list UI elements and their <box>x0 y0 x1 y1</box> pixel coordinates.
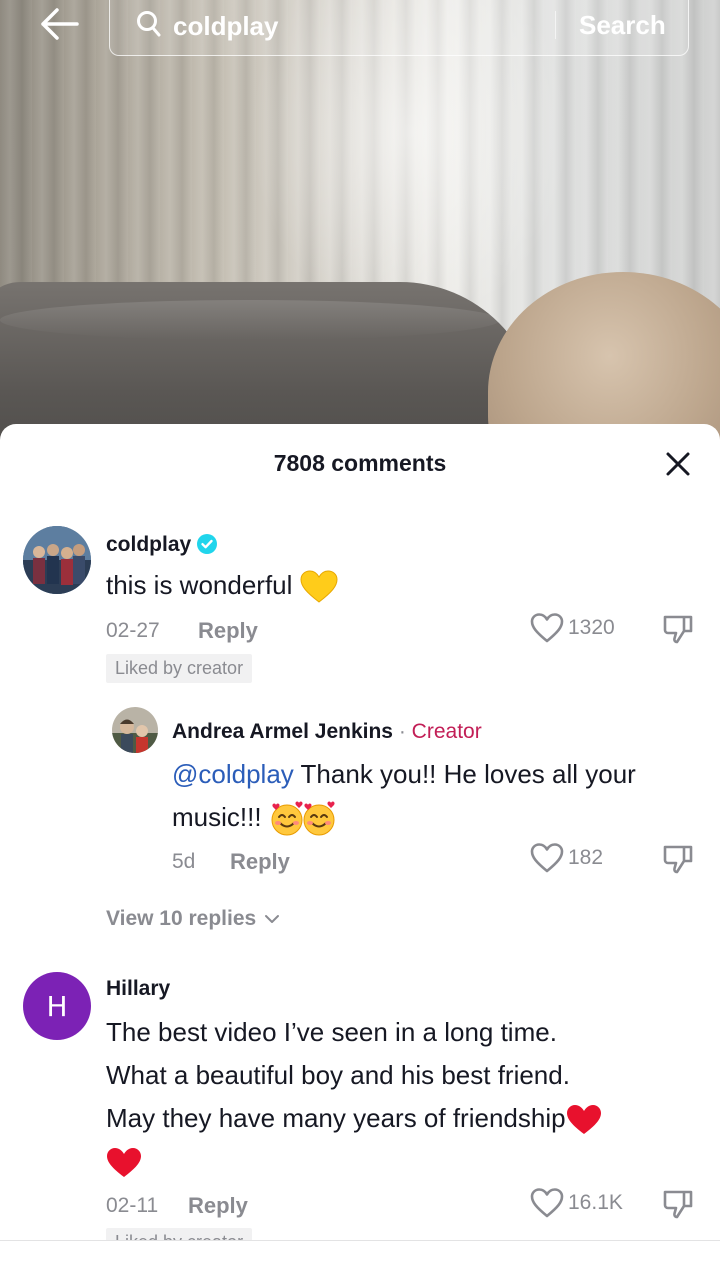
heart-outline-icon <box>530 1188 564 1218</box>
mention-link[interactable]: @coldplay <box>172 759 294 789</box>
comment-line-3: May they have many years of friendship <box>106 1103 566 1133</box>
like-button[interactable]: 1320 <box>530 612 615 644</box>
bottom-bar <box>0 1241 720 1263</box>
reply-button[interactable]: Reply <box>198 618 258 644</box>
creator-tag: Creator <box>411 720 482 743</box>
liked-by-creator-badge: Liked by creator <box>106 654 253 683</box>
video-background[interactable] <box>0 0 720 440</box>
verified-badge-icon <box>197 534 218 554</box>
red-heart-icon <box>107 1148 141 1178</box>
comment-date: 02-27 <box>106 619 160 642</box>
reply-username-text: Andrea Armel Jenkins <box>172 720 393 743</box>
view-replies-label: View 10 replies <box>106 907 257 930</box>
reply-text-line-1: Thank you!! He loves all your <box>293 759 636 789</box>
reply-button[interactable]: Reply <box>230 849 290 875</box>
comments-sheet: 7808 comments coldplay this is wonderful… <box>0 424 720 1263</box>
like-count: 1320 <box>568 616 615 639</box>
heart-outline-icon <box>530 613 564 643</box>
comments-count-title: 7808 comments <box>273 450 447 476</box>
comment-line-1: The best video I’ve seen in a long time. <box>106 1017 557 1047</box>
dislike-button[interactable] <box>662 613 694 650</box>
dislike-button[interactable] <box>662 843 694 880</box>
like-button[interactable]: 16.1K <box>530 1187 623 1219</box>
reply-line-1: @coldplay Thank you!! He loves all your <box>172 753 702 796</box>
comment-username[interactable]: coldplay <box>106 533 218 557</box>
reply-text-line-2: music!!! <box>172 802 262 832</box>
reply-username[interactable]: Andrea Armel Jenkins · Creator <box>172 720 482 744</box>
red-heart-icon <box>566 1105 601 1135</box>
avatar-andrea[interactable] <box>112 707 158 753</box>
heart-outline-icon <box>530 843 564 873</box>
comment-username[interactable]: Hillary <box>106 977 170 1001</box>
comment-date: 02-11 <box>106 1194 159 1217</box>
avatar-coldplay[interactable] <box>23 526 91 594</box>
like-count: 16.1K <box>568 1191 623 1214</box>
chevron-down-icon <box>265 915 280 923</box>
dislike-button[interactable] <box>662 1188 694 1225</box>
search-divider <box>555 11 556 39</box>
avatar-initial: H <box>46 989 68 1023</box>
like-button[interactable]: 182 <box>530 842 603 874</box>
smiling-face-with-hearts-icon <box>271 801 303 836</box>
arrow-left-icon <box>41 8 79 40</box>
reply-date: 5d <box>172 850 196 873</box>
reply-line-2: music!!! <box>172 796 702 839</box>
username-text: Hillary <box>106 977 171 1000</box>
thumbs-down-icon <box>663 1190 693 1219</box>
comment-text: this is wonderful <box>106 564 338 607</box>
comment-line-2: What a beautiful boy and his best friend… <box>106 1060 570 1090</box>
like-count: 182 <box>568 846 604 869</box>
reply-text: @coldplay Thank you!! He loves all your … <box>172 753 702 839</box>
smiling-face-with-hearts-icon <box>303 801 335 836</box>
comment-line-4 <box>106 1140 706 1183</box>
close-button[interactable] <box>662 448 694 480</box>
search-button[interactable]: Search <box>579 10 666 41</box>
comment-line-3-wrap: May they have many years of friendship <box>106 1097 706 1140</box>
username-text: coldplay <box>106 533 192 556</box>
separator-dot: · <box>398 720 406 743</box>
couch-fold <box>0 300 500 340</box>
search-bar[interactable]: coldplay Search <box>109 0 689 56</box>
comment-body: this is wonderful <box>106 570 293 600</box>
user-photo-icon <box>112 707 158 753</box>
band-photo-icon <box>23 526 91 594</box>
back-button[interactable] <box>30 2 88 46</box>
thumbs-down-icon <box>663 615 693 644</box>
yellow-heart-icon <box>300 570 338 603</box>
view-replies-button[interactable]: View 10 replies <box>106 907 280 931</box>
thumbs-down-icon <box>663 845 693 874</box>
comment-text: The best video I’ve seen in a long time.… <box>106 1011 706 1183</box>
close-icon <box>666 452 690 476</box>
search-input[interactable]: coldplay <box>173 11 278 42</box>
avatar-hillary[interactable]: H <box>23 972 91 1040</box>
reply-button[interactable]: Reply <box>188 1193 248 1219</box>
search-icon <box>137 11 161 37</box>
